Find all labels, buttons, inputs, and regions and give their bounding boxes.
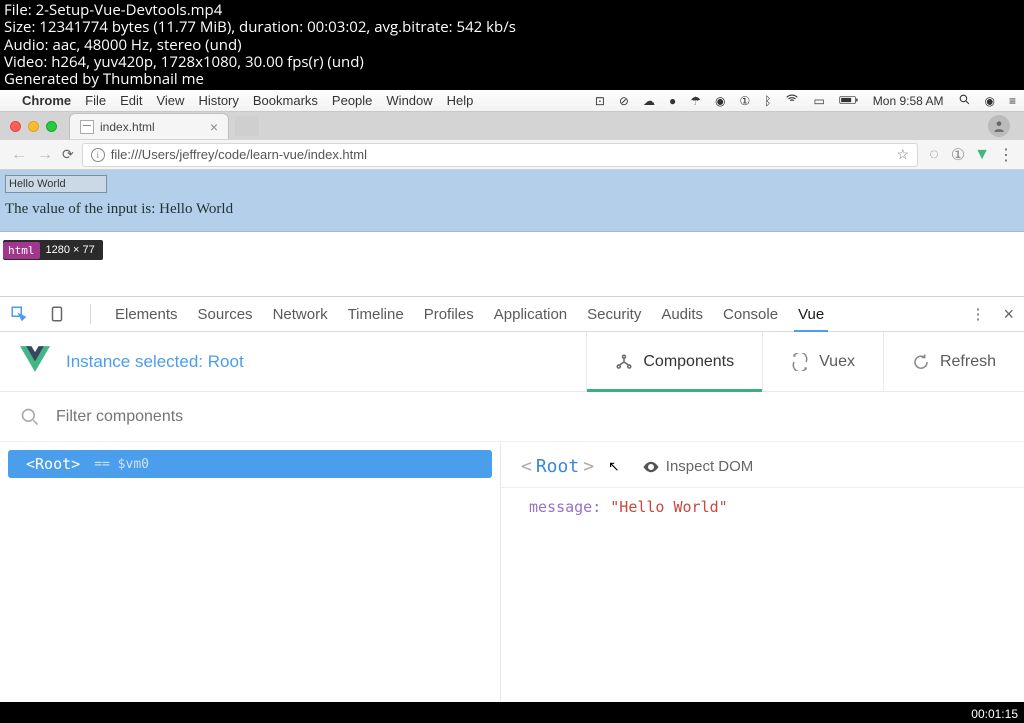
overlay-line: Generated by Thumbnail me <box>4 71 1020 88</box>
close-tab-icon[interactable]: × <box>210 119 218 135</box>
status-icon[interactable]: ● <box>669 94 676 108</box>
devtools-tab-network[interactable]: Network <box>273 306 328 323</box>
state-key: message: <box>529 498 601 516</box>
vue-logo-icon <box>20 346 50 377</box>
menubar-item[interactable]: Bookmarks <box>253 93 318 108</box>
vue-tab-refresh[interactable]: Refresh <box>883 332 1024 391</box>
vue-filter-row <box>0 392 1024 442</box>
devtools-tab-vue[interactable]: Vue <box>798 306 824 323</box>
site-info-icon[interactable]: i <box>91 148 105 162</box>
video-metadata-overlay: File: 2-Setup-Vue-Devtools.mp4 Size: 123… <box>0 0 1024 90</box>
url-text: file:///Users/jeffrey/code/learn-vue/ind… <box>111 147 367 162</box>
forward-button[interactable]: → <box>36 146 54 164</box>
menubar-item[interactable]: People <box>332 93 372 108</box>
vue-tab-vuex[interactable]: Vuex <box>762 332 883 391</box>
devtools-tabbar: Elements Sources Network Timeline Profil… <box>0 297 1024 332</box>
vue-devtools-header: Instance selected: Root Components Vuex … <box>0 332 1024 392</box>
devtools-tab-elements[interactable]: Elements <box>115 306 178 323</box>
profile-avatar[interactable] <box>988 115 1010 137</box>
demo-output: The value of the input is: Hello World <box>5 201 1024 218</box>
device-mode-icon[interactable] <box>48 305 66 323</box>
thumbnail-timestamp: 00:01:15 <box>971 707 1018 721</box>
component-state: message: "Hello World" <box>501 488 1024 526</box>
component-tree-root[interactable]: <Root> == $vm0 <box>8 450 492 478</box>
browser-tab[interactable]: index.html × <box>69 113 229 139</box>
display-icon[interactable]: ▭ <box>813 94 824 108</box>
bookmark-star-icon[interactable]: ☆ <box>896 146 909 163</box>
menubar-item[interactable]: View <box>156 93 184 108</box>
search-icon <box>20 407 40 427</box>
window-minimize-button[interactable] <box>28 121 39 132</box>
notifications-icon[interactable]: ≡ <box>1009 94 1016 108</box>
menubar-app[interactable]: Chrome <box>22 93 71 108</box>
bluetooth-icon[interactable]: ᛒ <box>764 94 771 108</box>
filter-components-input[interactable] <box>56 408 1004 426</box>
devtools-tab-profiles[interactable]: Profiles <box>424 306 474 323</box>
window-zoom-button[interactable] <box>46 121 57 132</box>
chrome-tabstrip: index.html × <box>0 112 1024 140</box>
address-bar[interactable]: i file:///Users/jeffrey/code/learn-vue/i… <box>82 143 918 167</box>
status-icon[interactable]: ☂ <box>690 94 701 108</box>
file-icon <box>80 120 94 134</box>
overlay-line: Size: 12341774 bytes (11.77 MiB), durati… <box>4 19 1020 36</box>
devtools-panel: Elements Sources Network Timeline Profil… <box>0 296 1024 702</box>
spacer <box>0 260 1024 296</box>
devtools-tab-timeline[interactable]: Timeline <box>348 306 404 323</box>
element-dimensions-badge: html 1280 × 77 <box>3 240 103 260</box>
status-icon[interactable]: ◉ <box>715 94 725 108</box>
devtools-close-icon[interactable]: × <box>1003 304 1014 325</box>
page-viewport: The value of the input is: Hello World <box>0 170 1024 232</box>
inspect-element-icon[interactable] <box>10 305 28 323</box>
devtools-tab-sources[interactable]: Sources <box>198 306 253 323</box>
new-tab-button[interactable] <box>235 116 259 136</box>
vue-extension-icon[interactable]: ▼ <box>974 147 990 163</box>
status-icon[interactable]: ☁ <box>643 94 655 108</box>
browser-toolbar: ← → ⟳ i file:///Users/jeffrey/code/learn… <box>0 140 1024 170</box>
component-detail-pane: < Root > ↖ Inspect DOM message: "Hello W… <box>500 442 1024 702</box>
reload-button[interactable]: ⟳ <box>62 146 74 163</box>
devtools-tab-console[interactable]: Console <box>723 306 778 323</box>
chrome-menu-icon[interactable]: ⋮ <box>998 145 1014 165</box>
menubar-item[interactable]: File <box>85 93 106 108</box>
extension-icon[interactable]: ① <box>950 147 966 163</box>
menubar-item[interactable]: Help <box>447 93 474 108</box>
status-icon[interactable]: ⊘ <box>619 94 629 108</box>
demo-input[interactable] <box>5 175 107 193</box>
tab-title: index.html <box>100 120 155 134</box>
devtools-menu-icon[interactable]: ⋮ <box>970 305 985 323</box>
spotlight-icon[interactable] <box>958 93 971 109</box>
component-tree-pane: <Root> == $vm0 <box>0 442 500 702</box>
devtools-tab-audits[interactable]: Audits <box>661 306 703 323</box>
menubar-item[interactable]: Window <box>386 93 432 108</box>
menubar-item[interactable]: History <box>198 93 238 108</box>
detail-component-name: Root <box>536 456 579 477</box>
inspect-dom-button[interactable]: Inspect DOM <box>642 458 754 476</box>
vue-tab-components[interactable]: Components <box>586 332 762 391</box>
devtools-tab-application[interactable]: Application <box>494 306 567 323</box>
siri-icon[interactable]: ◉ <box>985 94 995 108</box>
mac-menubar: Chrome File Edit View History Bookmarks … <box>0 90 1024 112</box>
extension-icon[interactable]: ◌ <box>926 147 942 163</box>
state-value: "Hello World" <box>610 498 727 516</box>
battery-icon[interactable] <box>839 94 859 108</box>
menubar-item[interactable]: Edit <box>120 93 142 108</box>
back-button[interactable]: ← <box>10 146 28 164</box>
wifi-icon[interactable] <box>785 92 799 109</box>
vue-instance-status: Instance selected: Root <box>66 352 244 372</box>
devtools-tab-security[interactable]: Security <box>587 306 641 323</box>
status-icon[interactable]: ⊡ <box>595 94 605 108</box>
cursor-icon: ↖ <box>608 458 620 475</box>
status-icon[interactable]: ① <box>739 94 750 108</box>
window-close-button[interactable] <box>10 121 21 132</box>
menubar-clock[interactable]: Mon 9:58 AM <box>873 94 944 108</box>
